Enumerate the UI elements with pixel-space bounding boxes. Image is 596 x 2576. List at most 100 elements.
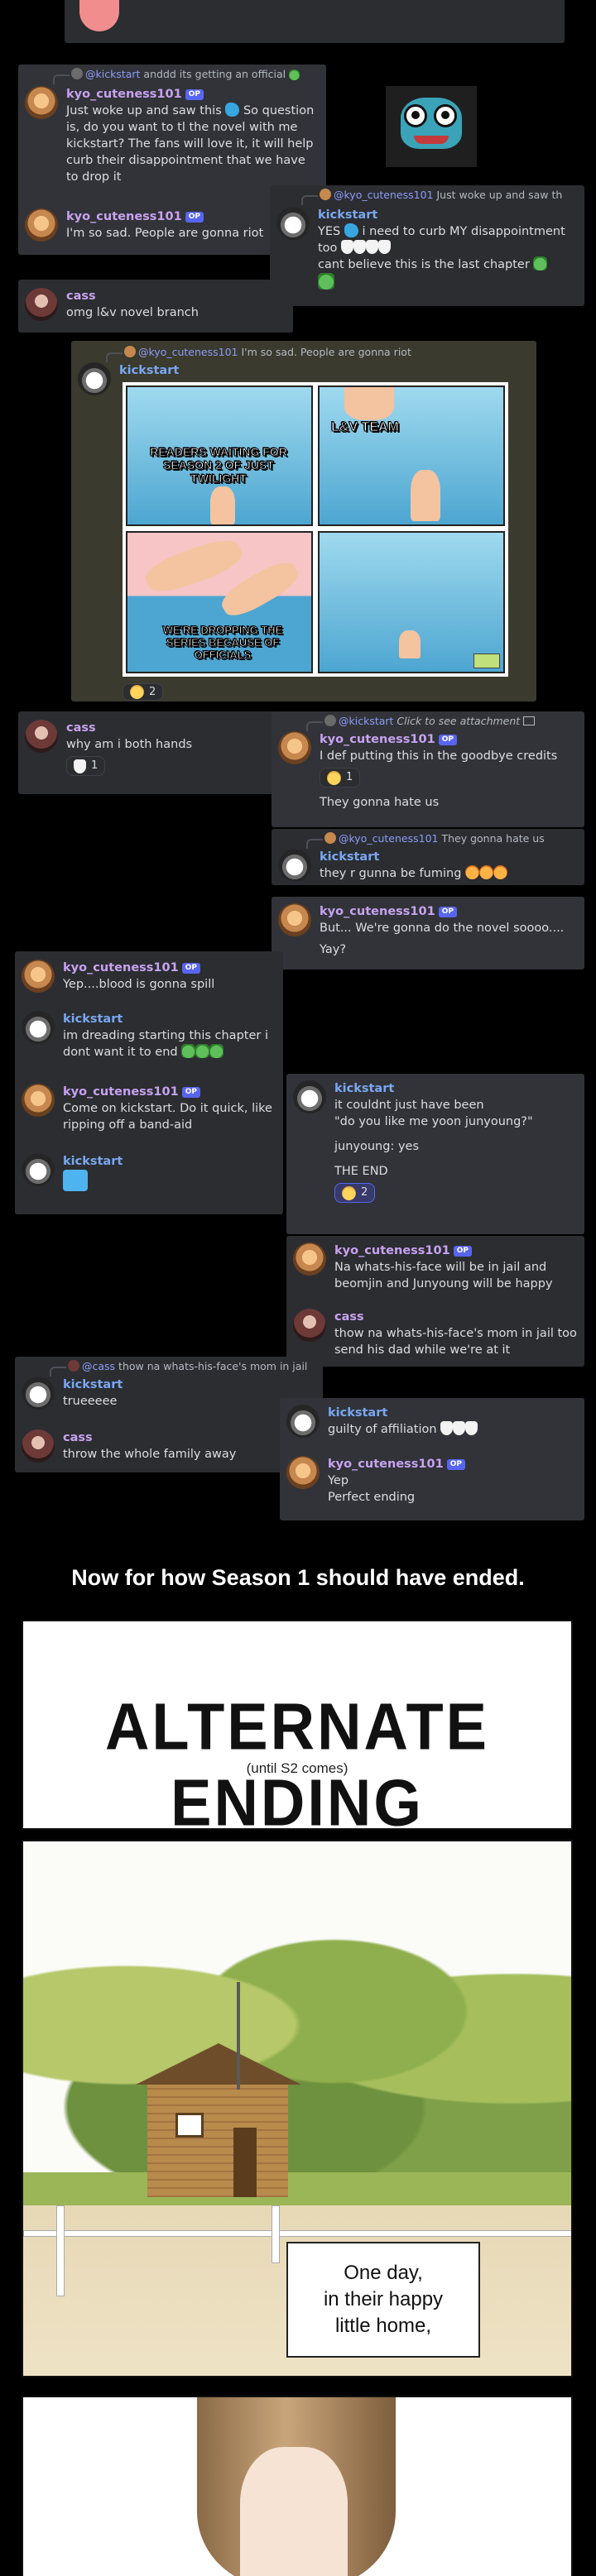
hands-emoji-icon (453, 1421, 466, 1435)
frog-emoji-icon (318, 273, 334, 290)
message-text: junyoung: yes (334, 1140, 419, 1153)
chat-card-10: kickstart it couldnt just have been "do … (286, 1074, 584, 1234)
message-text: it couldnt just have been (334, 1099, 484, 1112)
avatar[interactable] (78, 362, 111, 395)
reply-preview[interactable]: @kyo_cuteness101 I'm so sad. People are … (106, 346, 411, 362)
image-icon (523, 716, 536, 725)
avatar[interactable] (293, 1243, 326, 1276)
message-text: Yay? (320, 943, 347, 956)
grass-strip (23, 2172, 571, 2205)
reply-preview[interactable]: @kickstart Click to see attachment (305, 715, 536, 731)
reply-preview[interactable]: @kyo_cuteness101 They gonna hate us (306, 832, 545, 849)
avatar[interactable] (25, 288, 58, 321)
avatar[interactable] (276, 207, 310, 240)
avatar[interactable] (22, 1011, 55, 1044)
avatar[interactable] (25, 208, 58, 242)
comic-character-panel (22, 2396, 573, 2576)
avatar[interactable] (22, 1429, 55, 1463)
angry-emoji-icon (479, 865, 494, 879)
avatar[interactable] (22, 960, 55, 993)
username[interactable]: kyo_cuteness101 (66, 210, 182, 223)
cabin (136, 2043, 301, 2197)
reaction-button[interactable]: 1 (320, 768, 361, 788)
frog-emoji-icon (533, 256, 548, 271)
username[interactable]: kickstart (320, 849, 507, 865)
meme-panel: L&V TEAM (318, 385, 505, 526)
username[interactable]: kyo_cuteness101 (320, 905, 435, 918)
reaction-button[interactable]: 1 (66, 756, 106, 776)
username[interactable]: kyo_cuteness101 (334, 1244, 450, 1257)
username[interactable]: kickstart (328, 1405, 478, 1421)
hands-emoji-icon (341, 240, 354, 254)
message-text: Perfect ending (328, 1491, 416, 1504)
reply-preview[interactable]: @kickstart anddd its getting an official (52, 68, 300, 84)
reply-preview[interactable]: @kyo_cuteness101 Just woke up and saw th (300, 189, 562, 205)
hands-emoji-icon (440, 1421, 454, 1435)
message-text: cant believe this is the last chapter (318, 256, 578, 273)
reaction-button[interactable]: 2 (334, 1183, 376, 1203)
meme-caption: WE'RE DROPPING THE SERIES BECAUSE OF OFF… (162, 624, 283, 662)
username[interactable]: kyo_cuteness101 (63, 1085, 179, 1099)
op-badge: OP (438, 907, 457, 917)
crying-emoji-icon (342, 1185, 356, 1200)
username[interactable]: kickstart (334, 1080, 533, 1097)
avatar[interactable] (286, 1405, 320, 1438)
username[interactable]: kyo_cuteness101 (328, 1458, 444, 1471)
op-badge: OP (181, 1087, 200, 1098)
avatar[interactable] (22, 1153, 55, 1186)
avatar[interactable] (293, 1309, 326, 1342)
angry-emoji-icon (493, 865, 508, 879)
pink-blob-sticker (79, 0, 119, 31)
top-sticker-card (65, 0, 565, 43)
comic-subtitle: (until S2 comes) (246, 1760, 348, 1776)
narration-line: in their happy (323, 2288, 444, 2310)
username[interactable]: kyo_cuteness101 (63, 961, 179, 974)
avatar[interactable] (278, 731, 311, 764)
username[interactable]: cass (334, 1309, 578, 1325)
username[interactable]: kickstart (63, 1011, 276, 1027)
avatar[interactable] (22, 1377, 55, 1410)
antenna-pole (237, 1982, 240, 2090)
username[interactable]: cass (66, 720, 192, 736)
avatar[interactable] (278, 849, 311, 882)
frog-emoji-icon (181, 1044, 196, 1058)
reaction-button[interactable]: 2 (123, 683, 164, 701)
avatar[interactable] (22, 1084, 55, 1117)
message-text: thow na whats-his-face's mom in jail too… (334, 1327, 577, 1357)
message-text: THE END (334, 1165, 388, 1178)
username[interactable]: kickstart (63, 1153, 123, 1170)
chat-card-5: cass why am i both hands 1 (18, 711, 308, 794)
username[interactable]: kickstart (119, 362, 179, 379)
chat-card-meme: @kyo_cuteness101 I'm so sad. People are … (71, 341, 536, 701)
chat-card-13: kickstart guilty of affiliation kyo_cute… (280, 1398, 584, 1520)
avatar[interactable] (25, 86, 58, 119)
avatar[interactable] (286, 1456, 320, 1489)
meme-panel (318, 531, 505, 673)
username[interactable]: kyo_cuteness101 (66, 88, 182, 101)
avatar[interactable] (293, 1080, 326, 1113)
username[interactable]: cass (63, 1429, 236, 1446)
comic-title-panel: ALTERNATE ENDING (until S2 comes) (22, 1620, 573, 1840)
avatar[interactable] (278, 903, 311, 936)
username[interactable]: kickstart (318, 207, 578, 223)
meme-image[interactable]: READERS WAITING FOR SEASON 2 OF JUST TWI… (123, 382, 508, 677)
message-text: im dreading starting this chapter i dont… (63, 1029, 268, 1059)
fence-post (272, 2205, 280, 2263)
chat-card-12: @cass thow na whats-his-face's mom in ja… (15, 1357, 323, 1472)
narration-box: One day, in their happy little home, (286, 2242, 480, 2358)
hands-emoji-icon (378, 240, 392, 254)
frog-emoji-icon (195, 1044, 210, 1058)
username[interactable]: kyo_cuteness101 (320, 733, 435, 746)
avatar[interactable] (25, 720, 58, 753)
op-badge: OP (446, 1459, 465, 1470)
chat-card-8: kyo_cuteness101 OP But... We're gonna do … (272, 897, 584, 970)
crying-emoji-icon (63, 1170, 88, 1191)
username[interactable]: cass (66, 288, 199, 304)
frog-emoji-icon (289, 69, 300, 80)
meme-panel: WE'RE DROPPING THE SERIES BECAUSE OF OFF… (126, 531, 313, 673)
message-text: Na whats-his-face will be in jail and be… (334, 1261, 553, 1290)
reply-preview[interactable]: @cass thow na whats-his-face's mom in ja… (49, 1360, 307, 1377)
message-text: I def putting this in the goodbye credit… (320, 749, 558, 763)
chat-card-6: @kickstart Click to see attachment kyo_c… (272, 711, 584, 827)
username[interactable]: kickstart (63, 1377, 123, 1393)
